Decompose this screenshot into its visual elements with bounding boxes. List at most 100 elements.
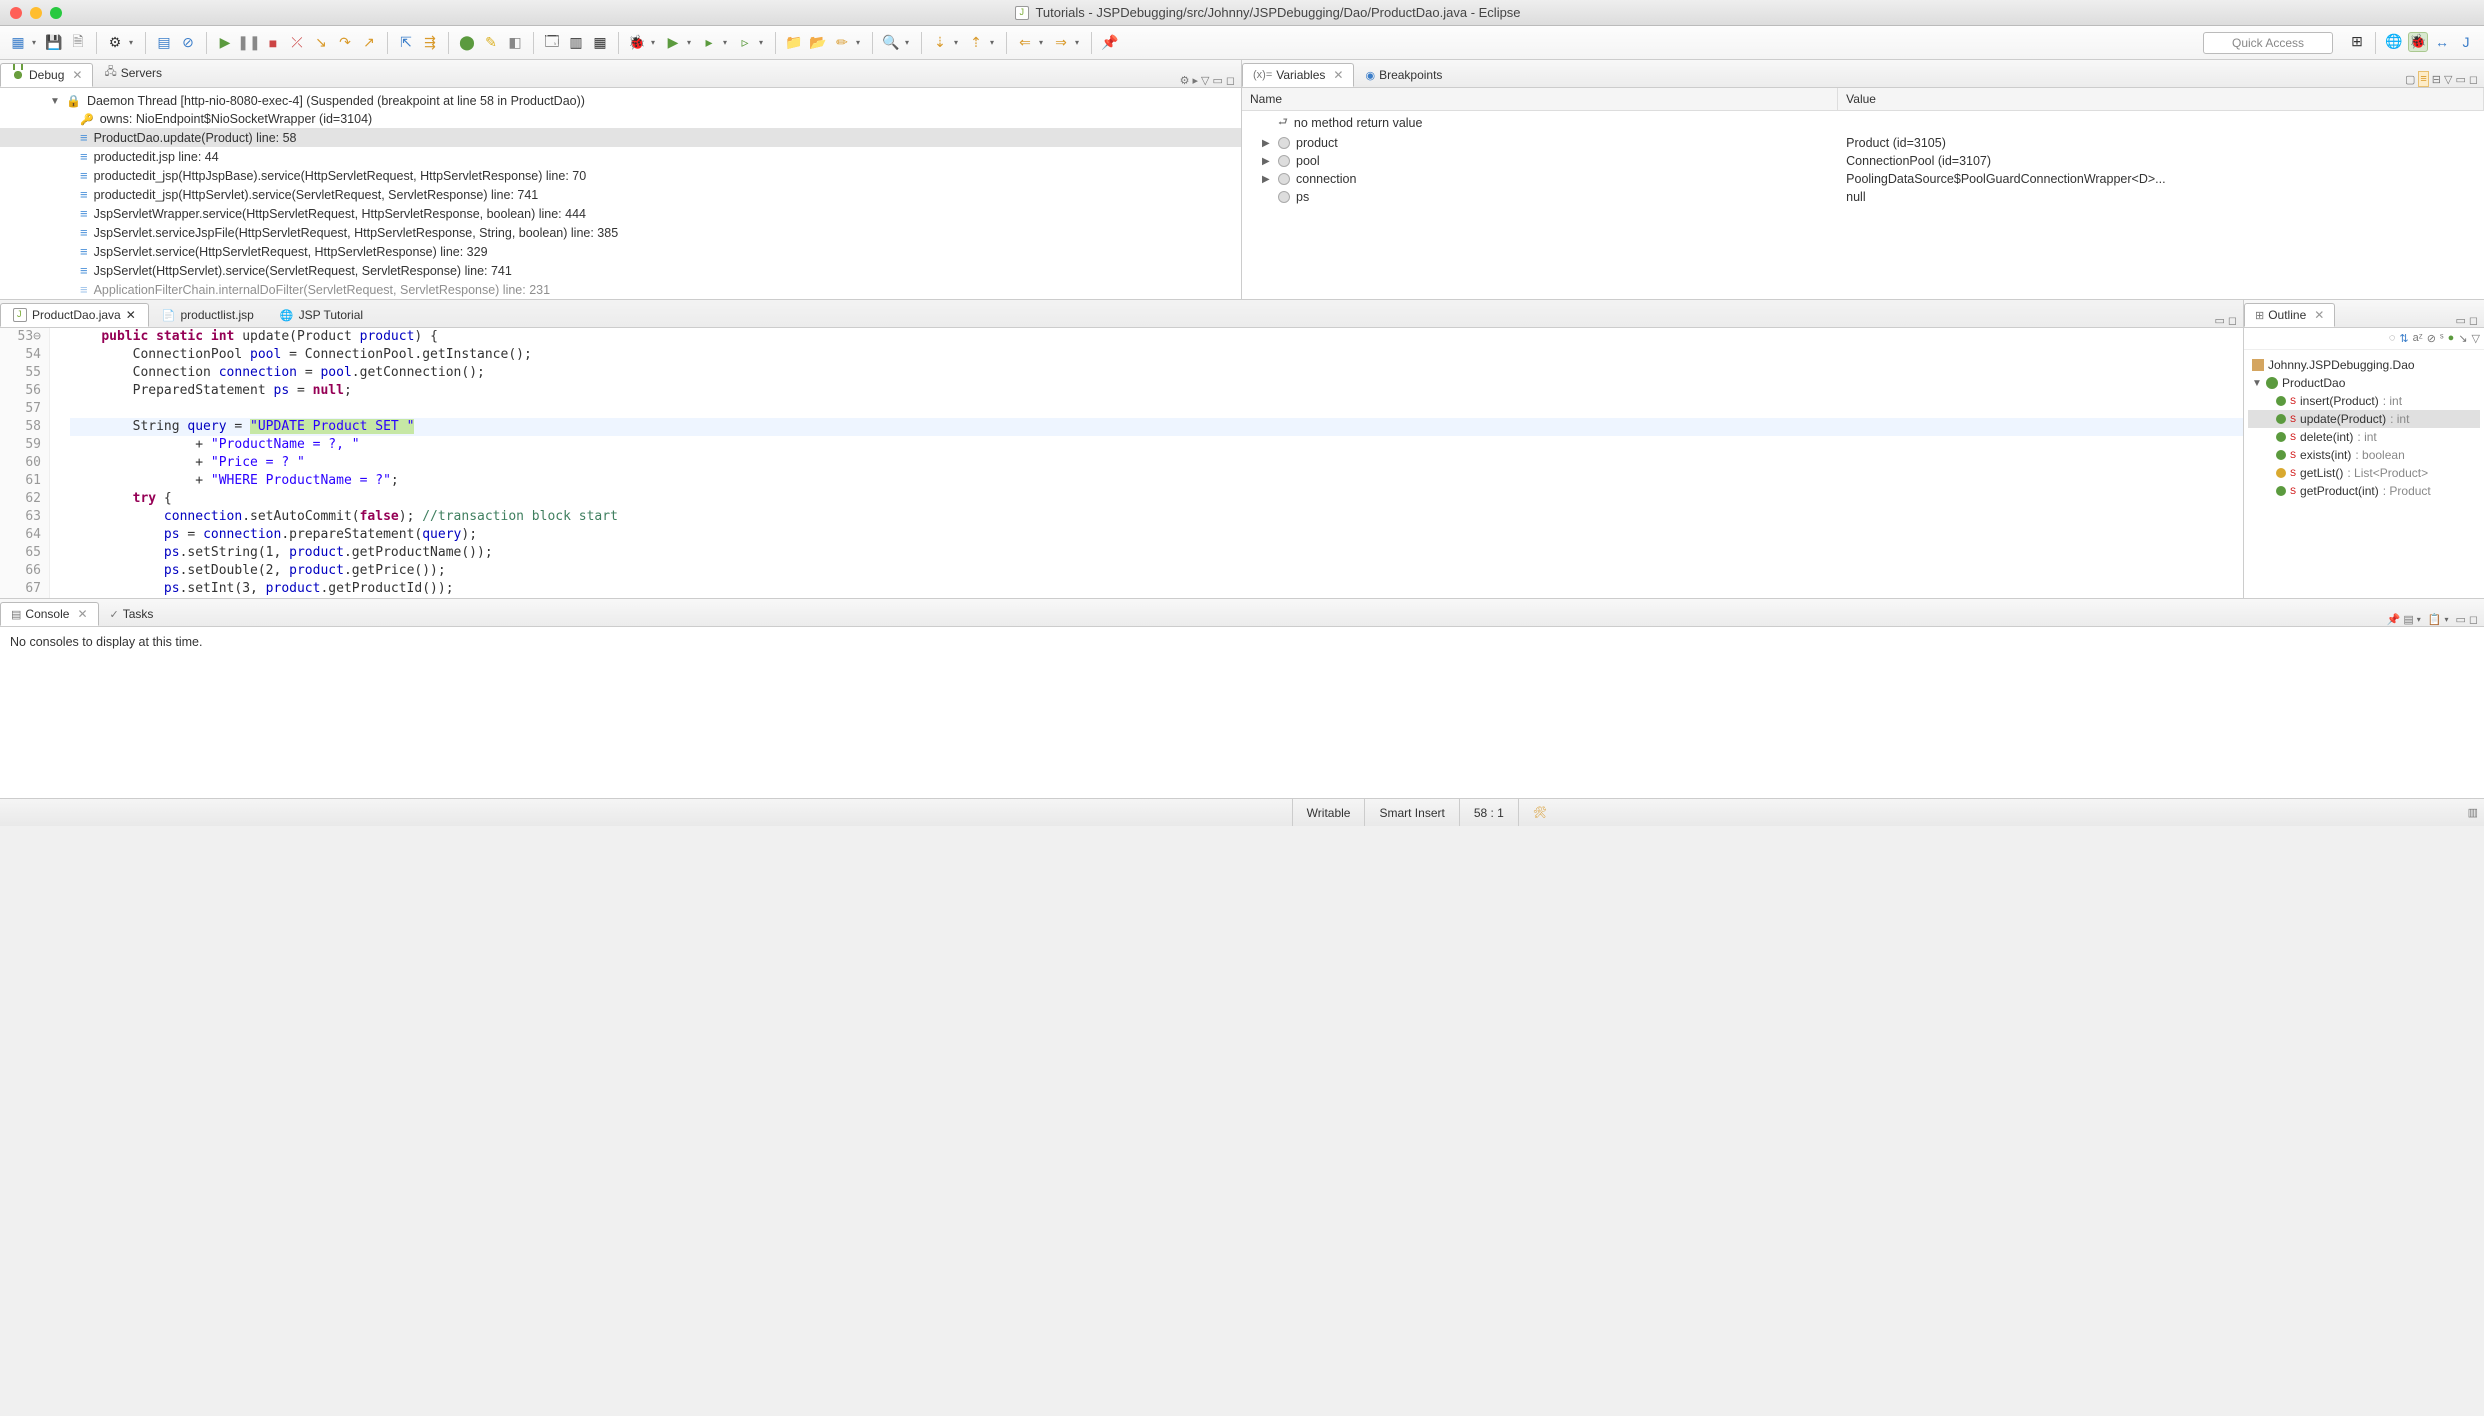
close-icon[interactable]: ✕ [2314, 308, 2324, 322]
outline-class[interactable]: ▼ ProductDao [2248, 374, 2480, 392]
stack-frame-row[interactable]: ≡JspServletWrapper.service(HttpServletRe… [0, 204, 1241, 223]
expand-icon[interactable]: ▶ [1262, 138, 1272, 149]
view-menu-icon[interactable]: ▽ [2444, 73, 2452, 86]
terminate-button[interactable]: ■ [263, 33, 283, 53]
step-into-button[interactable]: ↘ [311, 33, 331, 53]
instruction-pointer-button[interactable]: ⬤ [457, 33, 477, 53]
java-perspective-button[interactable]: J [2456, 32, 2476, 52]
hide-non-public-icon[interactable]: ● [2448, 332, 2455, 345]
minimize-icon[interactable]: ▭ [2455, 73, 2465, 86]
debug-tab[interactable]: Debug ✕ [0, 63, 93, 87]
expand-icon[interactable]: ▶ [1262, 174, 1272, 185]
suspend-button[interactable]: ❚❚ [239, 33, 259, 53]
step-over-button[interactable]: ↷ [335, 33, 355, 53]
outline-method[interactable]: Supdate(Product) : int [2248, 410, 2480, 428]
breakpoints-tab[interactable]: ◉ Breakpoints [1354, 63, 1453, 87]
minimize-icon[interactable]: ▭ [2214, 314, 2224, 327]
expand-icon[interactable]: ▼ [2252, 378, 2262, 389]
new-class-button[interactable]: 📂 [808, 33, 828, 53]
quick-access-input[interactable]: Quick Access [2203, 32, 2333, 54]
sort-icon[interactable]: ⇅ [2399, 332, 2408, 345]
maximize-icon[interactable]: ◻ [2469, 73, 2478, 86]
outline-tab[interactable]: ⊞ Outline ✕ [2244, 303, 2335, 327]
new-server-button[interactable]: 🗔 [542, 33, 562, 53]
hide-local-icon[interactable]: ↘ [2458, 332, 2467, 345]
stack-frame-row[interactable]: ≡JspServlet.service(HttpServletRequest, … [0, 242, 1241, 261]
new-button[interactable]: ▦ [8, 33, 28, 53]
git-perspective-button[interactable]: ↔ [2432, 32, 2452, 52]
close-icon[interactable]: ✕ [1333, 68, 1343, 82]
code-content[interactable]: public static int update(Product product… [50, 328, 2243, 598]
editor-tab[interactable]: 🌐 JSP Tutorial [267, 303, 376, 327]
thread-row[interactable]: ▼ 🔒 Daemon Thread [http-nio-8080-exec-4]… [0, 92, 1241, 110]
save-all-button[interactable]: 🗎 [68, 33, 88, 53]
step-return-button[interactable]: ↗ [359, 33, 379, 53]
debug-stack-tree[interactable]: ▼ 🔒 Daemon Thread [http-nio-8080-exec-4]… [0, 88, 1241, 299]
code-editor[interactable]: 53⊖5455565758596061626364656667 public s… [0, 328, 2243, 598]
variable-row[interactable]: ▶product Product (id=3105) [1242, 134, 2484, 152]
coverage-button[interactable]: ▥ [566, 33, 586, 53]
stack-frame-row[interactable]: ≡productedit.jsp line: 44 [0, 147, 1241, 166]
display-console-icon[interactable]: ▤ [2403, 613, 2413, 626]
stack-frame-row[interactable]: ≡ProductDao.update(Product) line: 58 [0, 128, 1241, 147]
outline-package[interactable]: Johnny.JSPDebugging.Dao [2248, 356, 2480, 374]
console-tab[interactable]: ▤ Console ✕ [0, 602, 99, 626]
minimize-icon[interactable]: ▭ [2455, 314, 2465, 327]
minimize-icon[interactable]: ▭ [1212, 74, 1222, 87]
run-menu-button[interactable]: ▶ [663, 33, 683, 53]
hide-static-icon[interactable]: ˢ [2440, 332, 2444, 345]
open-console-icon[interactable]: 📋 [2428, 613, 2442, 626]
pin-console-icon[interactable]: 📌 [2387, 613, 2401, 626]
stack-frame-row[interactable]: ≡productedit_jsp(HttpServlet).service(Se… [0, 185, 1241, 204]
maximize-icon[interactable]: ◻ [2228, 314, 2237, 327]
build-button[interactable]: ⚙ [105, 33, 125, 53]
view-menu-icon[interactable]: ▽ [2472, 332, 2480, 345]
close-icon[interactable]: ✕ [126, 308, 136, 322]
variable-row[interactable]: ▶connection PoolingDataSource$PoolGuardC… [1242, 170, 2484, 188]
editor-tab[interactable]: 📄 productlist.jsp [149, 303, 267, 327]
sort-alpha-icon[interactable]: aᶻ [2413, 332, 2423, 345]
hide-fields-icon[interactable]: ⊘ [2427, 332, 2436, 345]
open-perspective-button[interactable]: ⊞ [2347, 32, 2367, 52]
close-icon[interactable]: ✕ [72, 68, 82, 82]
dropdown-icon[interactable]: ▾ [32, 38, 40, 47]
maximize-icon[interactable]: ◻ [2469, 613, 2478, 626]
minimize-icon[interactable]: ▭ [2455, 613, 2465, 626]
stack-frame-row[interactable]: ≡ApplicationFilterChain.internalDoFilter… [0, 280, 1241, 299]
outline-method[interactable]: Sdelete(int) : int [2248, 428, 2480, 446]
owns-row[interactable]: 🔑 owns: NioEndpoint$NioSocketWrapper (id… [0, 110, 1241, 128]
variable-row[interactable]: ⮐no method return value [1242, 111, 2484, 134]
minimize-window-button[interactable] [30, 7, 42, 19]
brush-button[interactable]: ✏ [832, 33, 852, 53]
debug-perspective-button[interactable]: 🐞 [2408, 32, 2428, 52]
disconnect-button[interactable]: ⤫ [287, 33, 307, 53]
skip-breakpoints-button[interactable]: ⊘ [178, 33, 198, 53]
search-button[interactable]: 🔍 [881, 33, 901, 53]
outline-method[interactable]: Sexists(int) : boolean [2248, 446, 2480, 464]
trim-icon[interactable]: ▥ [2468, 806, 2478, 819]
stack-frame-row[interactable]: ≡productedit_jsp(HttpJspBase).service(Ht… [0, 166, 1241, 185]
expand-icon[interactable]: ▶ [1262, 156, 1272, 167]
close-window-button[interactable] [10, 7, 22, 19]
show-type-names-icon[interactable]: ▢ [2405, 73, 2415, 86]
debug-toolbar-icon[interactable]: ⚙ [1180, 74, 1190, 87]
stack-frame-row[interactable]: ≡JspServlet.serviceJspFile(HttpServletRe… [0, 223, 1241, 242]
back-button[interactable]: ⇐ [1015, 33, 1035, 53]
col-name-header[interactable]: Name [1242, 88, 1838, 110]
outline-method[interactable]: SgetProduct(int) : Product [2248, 482, 2480, 500]
outline-method[interactable]: SgetList() : List<Product> [2248, 464, 2480, 482]
toggle-button[interactable]: ◧ [505, 33, 525, 53]
maximize-icon[interactable]: ◻ [2469, 314, 2478, 327]
save-button[interactable]: 💾 [44, 33, 64, 53]
tasks-tab[interactable]: ✓ Tasks [99, 602, 165, 626]
col-value-header[interactable]: Value [1838, 88, 2484, 110]
open-type-button[interactable]: ▤ [154, 33, 174, 53]
maximize-icon[interactable]: ◻ [1226, 74, 1235, 87]
run-last-button[interactable]: ▸ [699, 33, 719, 53]
java-ee-perspective-button[interactable]: 🌐 [2384, 32, 2404, 52]
resume-button[interactable]: ▶ [215, 33, 235, 53]
close-icon[interactable]: ✕ [77, 607, 87, 621]
status-build-icon[interactable]: 🛠 [1518, 799, 1561, 826]
outline-tree[interactable]: Johnny.JSPDebugging.Dao ▼ ProductDao Sin… [2244, 350, 2484, 598]
debug-menu-button[interactable]: 🐞 [627, 33, 647, 53]
